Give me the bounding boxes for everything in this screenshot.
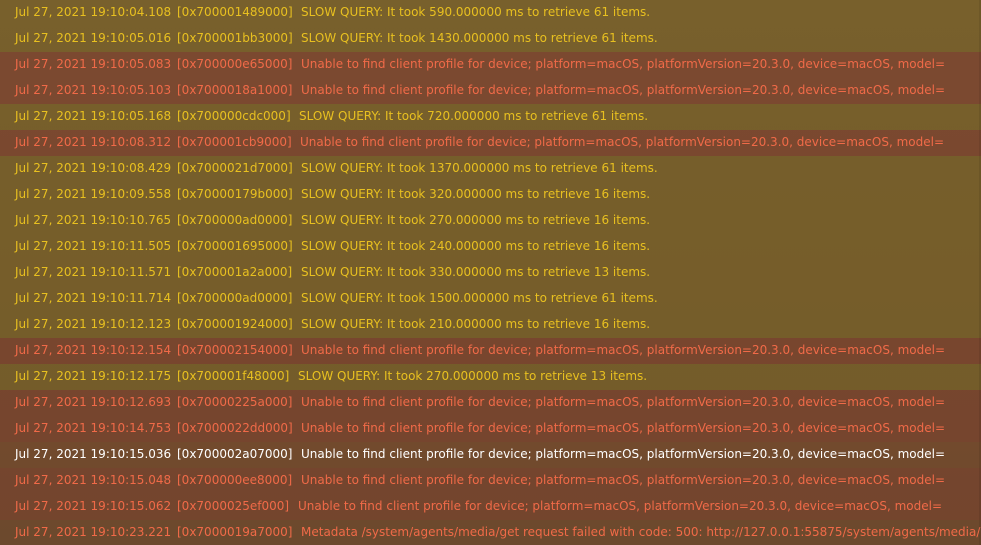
- log-row[interactable]: Jul 27, 2021 19:10:09.558 [0x70000179b00…: [0, 182, 981, 208]
- log-thread-id: [0x700001bb3000]: [177, 31, 293, 45]
- log-row[interactable]: Jul 27, 2021 19:10:04.108 [0x70000148900…: [0, 0, 981, 26]
- log-thread-id: [0x70000225a000]: [177, 395, 293, 409]
- log-timestamp: Jul 27, 2021 19:10:09.558: [15, 187, 172, 201]
- log-row[interactable]: Jul 27, 2021 19:10:08.312 [0x700001cb900…: [0, 130, 981, 156]
- log-message: Unable to find client profile for device…: [301, 395, 945, 409]
- log-row[interactable]: Jul 27, 2021 19:10:23.221 [0x7000019a700…: [0, 520, 981, 545]
- log-message: Unable to find client profile for device…: [301, 421, 945, 435]
- log-thread-id: [0x7000025ef000]: [177, 499, 290, 513]
- log-timestamp: Jul 27, 2021 19:10:15.036: [15, 447, 172, 461]
- log-message: SLOW QUERY: It took 720.000000 ms to ret…: [299, 109, 649, 123]
- log-message: Unable to find client profile for device…: [301, 83, 945, 97]
- log-thread-id: [0x700000ee8000]: [177, 473, 293, 487]
- log-message: SLOW QUERY: It took 590.000000 ms to ret…: [301, 5, 651, 19]
- log-row[interactable]: Jul 27, 2021 19:10:10.765 [0x700000ad000…: [0, 208, 981, 234]
- log-row[interactable]: Jul 27, 2021 19:10:05.103 [0x7000018a100…: [0, 78, 981, 104]
- log-row[interactable]: Jul 27, 2021 19:10:05.016 [0x700001bb300…: [0, 26, 981, 52]
- log-timestamp: Jul 27, 2021 19:10:08.429: [15, 161, 172, 175]
- log-message: Unable to find client profile for device…: [298, 499, 942, 513]
- log-message: SLOW QUERY: It took 270.000000 ms to ret…: [298, 369, 648, 383]
- log-timestamp: Jul 27, 2021 19:10:10.765: [15, 213, 172, 227]
- log-thread-id: [0x700000e65000]: [177, 57, 293, 71]
- log-timestamp: Jul 27, 2021 19:10:12.175: [15, 369, 172, 383]
- log-row[interactable]: Jul 27, 2021 19:10:11.714 [0x700000ad000…: [0, 286, 981, 312]
- log-row[interactable]: Jul 27, 2021 19:10:05.168 [0x700000cdc00…: [0, 104, 981, 130]
- log-thread-id: [0x70000179b000]: [177, 187, 293, 201]
- log-row[interactable]: Jul 27, 2021 19:10:15.062 [0x7000025ef00…: [0, 494, 981, 520]
- log-timestamp: Jul 27, 2021 19:10:12.123: [15, 317, 172, 331]
- log-message: SLOW QUERY: It took 1500.000000 ms to re…: [301, 291, 658, 305]
- log-row[interactable]: Jul 27, 2021 19:10:12.175 [0x700001f4800…: [0, 364, 981, 390]
- log-message: Unable to find client profile for device…: [301, 473, 945, 487]
- log-thread-id: [0x7000021d7000]: [177, 161, 293, 175]
- log-timestamp: Jul 27, 2021 19:10:05.103: [15, 83, 172, 97]
- log-thread-id: [0x700001695000]: [177, 239, 293, 253]
- log-timestamp: Jul 27, 2021 19:10:11.714: [15, 291, 172, 305]
- log-row-selected[interactable]: Jul 27, 2021 19:10:15.036 [0x700002a0700…: [0, 442, 981, 468]
- log-message: Unable to find client profile for device…: [301, 57, 945, 71]
- log-message: SLOW QUERY: It took 240.000000 ms to ret…: [301, 239, 651, 253]
- log-message: SLOW QUERY: It took 210.000000 ms to ret…: [301, 317, 651, 331]
- log-message: SLOW QUERY: It took 270.000000 ms to ret…: [301, 213, 651, 227]
- log-message: Unable to find client profile for device…: [301, 447, 945, 461]
- log-timestamp: Jul 27, 2021 19:10:05.168: [15, 109, 172, 123]
- log-row[interactable]: Jul 27, 2021 19:10:14.753 [0x7000022dd00…: [0, 416, 981, 442]
- log-timestamp: Jul 27, 2021 19:10:05.016: [15, 31, 172, 45]
- log-row[interactable]: Jul 27, 2021 19:10:12.154 [0x70000215400…: [0, 338, 981, 364]
- log-timestamp: Jul 27, 2021 19:10:23.221: [15, 525, 172, 539]
- log-timestamp: Jul 27, 2021 19:10:14.753: [15, 421, 172, 435]
- log-row[interactable]: Jul 27, 2021 19:10:05.083 [0x700000e6500…: [0, 52, 981, 78]
- log-thread-id: [0x700000ad0000]: [177, 291, 293, 305]
- log-thread-id: [0x700001a2a000]: [177, 265, 293, 279]
- log-thread-id: [0x700001924000]: [177, 317, 293, 331]
- log-timestamp: Jul 27, 2021 19:10:15.048: [15, 473, 172, 487]
- log-row[interactable]: Jul 27, 2021 19:10:12.693 [0x70000225a00…: [0, 390, 981, 416]
- log-message: Unable to find client profile for device…: [301, 343, 945, 357]
- log-timestamp: Jul 27, 2021 19:10:08.312: [15, 135, 172, 149]
- log-thread-id: [0x700002a07000]: [177, 447, 293, 461]
- log-thread-id: [0x700000cdc000]: [177, 109, 291, 123]
- log-timestamp: Jul 27, 2021 19:10:11.571: [15, 265, 172, 279]
- log-row[interactable]: Jul 27, 2021 19:10:11.571 [0x700001a2a00…: [0, 260, 981, 286]
- log-timestamp: Jul 27, 2021 19:10:12.693: [15, 395, 172, 409]
- log-timestamp: Jul 27, 2021 19:10:15.062: [15, 499, 172, 513]
- log-row[interactable]: Jul 27, 2021 19:10:15.048 [0x700000ee800…: [0, 468, 981, 494]
- log-thread-id: [0x700002154000]: [177, 343, 293, 357]
- log-timestamp: Jul 27, 2021 19:10:04.108: [15, 5, 172, 19]
- log-row[interactable]: Jul 27, 2021 19:10:08.429 [0x7000021d700…: [0, 156, 981, 182]
- log-message: SLOW QUERY: It took 330.000000 ms to ret…: [301, 265, 651, 279]
- log-message: SLOW QUERY: It took 1430.000000 ms to re…: [301, 31, 658, 45]
- log-timestamp: Jul 27, 2021 19:10:12.154: [15, 343, 172, 357]
- log-message: Metadata /system/agents/media/get reques…: [301, 525, 981, 539]
- log-timestamp: Jul 27, 2021 19:10:11.505: [15, 239, 172, 253]
- log-thread-id: [0x7000018a1000]: [177, 83, 293, 97]
- log-thread-id: [0x700001cb9000]: [177, 135, 292, 149]
- log-thread-id: [0x7000022dd000]: [177, 421, 293, 435]
- log-thread-id: [0x7000019a7000]: [177, 525, 293, 539]
- log-message: SLOW QUERY: It took 1370.000000 ms to re…: [301, 161, 658, 175]
- log-row[interactable]: Jul 27, 2021 19:10:12.123 [0x70000192400…: [0, 312, 981, 338]
- log-row[interactable]: Jul 27, 2021 19:10:11.505 [0x70000169500…: [0, 234, 981, 260]
- log-view[interactable]: Jul 27, 2021 19:10:04.108 [0x70000148900…: [0, 0, 981, 545]
- log-thread-id: [0x700001f48000]: [177, 369, 290, 383]
- log-thread-id: [0x700001489000]: [177, 5, 293, 19]
- log-timestamp: Jul 27, 2021 19:10:05.083: [15, 57, 172, 71]
- log-thread-id: [0x700000ad0000]: [177, 213, 293, 227]
- log-message: SLOW QUERY: It took 320.000000 ms to ret…: [301, 187, 651, 201]
- log-message: Unable to find client profile for device…: [300, 135, 944, 149]
